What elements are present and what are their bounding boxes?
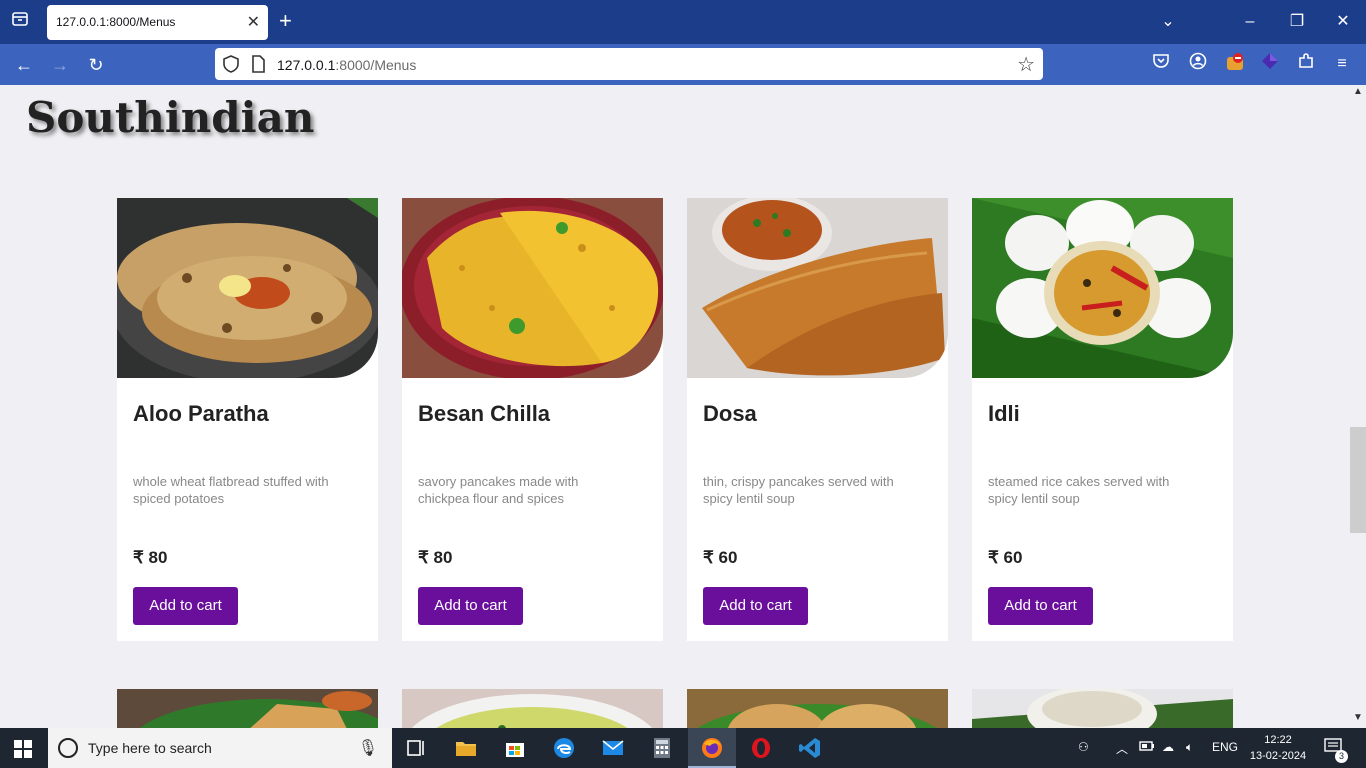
language-indicator[interactable]: ENG bbox=[1212, 740, 1238, 754]
clock-time: 12:22 bbox=[1264, 734, 1292, 746]
item-name: Idli bbox=[988, 401, 1020, 426]
microphone-icon[interactable]: 🎙︎ bbox=[358, 738, 378, 758]
notification-count-badge: 3 bbox=[1335, 750, 1348, 763]
item-description: savory pancakes made with chickpea flour… bbox=[418, 474, 579, 506]
extensions-puzzle-icon[interactable] bbox=[1294, 52, 1318, 76]
show-hidden-icons-icon[interactable]: ︿ bbox=[1116, 740, 1128, 757]
menu-card: Aloo Paratha whole wheat flatbread stuff… bbox=[117, 198, 378, 641]
add-to-cart-button[interactable]: Add to cart bbox=[988, 587, 1093, 625]
volume-icon[interactable]: 🔈︎ bbox=[1186, 740, 1193, 755]
clock[interactable]: 12:22 13-02-2024 bbox=[1246, 732, 1310, 764]
page-content: Southindian Aloo Paratha whole wheat fla… bbox=[0, 85, 1350, 728]
url-bar[interactable]: 127.0.0.1:8000/Menus ☆ bbox=[215, 48, 1043, 80]
network-icon[interactable]: ☁ bbox=[1162, 740, 1174, 754]
item-price: ₹ 60 bbox=[703, 548, 738, 567]
item-name: Besan Chilla bbox=[418, 401, 551, 426]
close-tab-icon[interactable]: ✕ bbox=[247, 12, 260, 32]
tab-bar: 127.0.0.1:8000/Menus ✕ + ⌄ – ❐ ✕ bbox=[0, 0, 1366, 44]
item-price: ₹ 60 bbox=[988, 548, 1023, 567]
mail-icon[interactable] bbox=[589, 728, 637, 768]
food-image bbox=[972, 689, 1233, 728]
food-image bbox=[117, 689, 378, 728]
menu-card: Idli steamed rice cakes served with spic… bbox=[972, 198, 1233, 641]
item-name: Dosa bbox=[703, 401, 757, 426]
reload-icon[interactable]: ↻ bbox=[83, 52, 109, 78]
add-to-cart-button[interactable]: Add to cart bbox=[418, 587, 523, 625]
menu-card: Dosa thin, crispy pancakes served with s… bbox=[687, 198, 948, 641]
firefox-icon[interactable] bbox=[688, 728, 736, 768]
item-price: ₹ 80 bbox=[418, 548, 453, 567]
page-icon[interactable] bbox=[251, 55, 265, 73]
section-title: Southindian bbox=[26, 93, 315, 142]
vscode-icon[interactable] bbox=[786, 728, 834, 768]
calculator-icon[interactable] bbox=[638, 728, 686, 768]
active-tab[interactable]: 127.0.0.1:8000/Menus ✕ bbox=[47, 5, 268, 40]
tab-list-icon[interactable] bbox=[8, 10, 32, 34]
new-tab-button[interactable]: + bbox=[279, 8, 292, 34]
item-description: steamed rice cakes served with spicy len… bbox=[988, 474, 1170, 506]
food-image bbox=[687, 198, 948, 378]
extension-diamond-icon[interactable] bbox=[1258, 52, 1282, 76]
clock-date: 13-02-2024 bbox=[1249, 750, 1307, 762]
food-image bbox=[402, 689, 663, 728]
search-placeholder: Type here to search bbox=[88, 740, 212, 756]
battery-icon[interactable] bbox=[1139, 740, 1155, 755]
scroll-down-icon[interactable]: ▼ bbox=[1350, 712, 1366, 726]
food-image bbox=[402, 198, 663, 378]
close-window-icon[interactable]: ✕ bbox=[1331, 10, 1355, 34]
taskbar-search[interactable]: Type here to search 🎙︎ bbox=[48, 728, 392, 768]
scrollbar-thumb[interactable] bbox=[1350, 427, 1366, 533]
tab-title: 127.0.0.1:8000/Menus bbox=[56, 15, 176, 29]
shield-icon[interactable] bbox=[223, 55, 239, 73]
windows-start-icon[interactable] bbox=[14, 740, 32, 758]
add-to-cart-button[interactable]: Add to cart bbox=[133, 587, 238, 625]
vertical-scrollbar[interactable] bbox=[1350, 85, 1366, 728]
edge-icon[interactable] bbox=[540, 728, 588, 768]
minimize-icon[interactable]: – bbox=[1238, 10, 1262, 34]
file-explorer-icon[interactable] bbox=[442, 728, 490, 768]
item-name: Aloo Paratha bbox=[133, 401, 269, 426]
opera-icon[interactable] bbox=[737, 728, 785, 768]
account-icon[interactable] bbox=[1186, 52, 1210, 76]
cortana-icon bbox=[58, 738, 78, 758]
add-to-cart-button[interactable]: Add to cart bbox=[703, 587, 808, 625]
item-price: ₹ 80 bbox=[133, 548, 168, 567]
pocket-icon[interactable] bbox=[1149, 52, 1173, 76]
extension-adblock-icon[interactable] bbox=[1223, 52, 1247, 76]
food-image bbox=[972, 198, 1233, 378]
people-icon[interactable]: ⚇ bbox=[1078, 740, 1089, 754]
item-description: thin, crispy pancakes served with spicy … bbox=[703, 474, 894, 506]
app-menu-icon[interactable]: ≡ bbox=[1330, 52, 1354, 76]
food-image bbox=[117, 198, 378, 378]
food-image bbox=[687, 689, 948, 728]
menu-card: Besan Chilla savory pancakes made with c… bbox=[402, 198, 663, 641]
microsoft-store-icon[interactable] bbox=[491, 728, 539, 768]
bookmark-star-icon[interactable]: ☆ bbox=[1017, 52, 1035, 77]
back-icon[interactable]: ← bbox=[11, 52, 37, 78]
item-description: whole wheat flatbread stuffed with spice… bbox=[133, 474, 329, 506]
task-view-icon[interactable] bbox=[392, 728, 440, 768]
forward-icon[interactable]: → bbox=[47, 52, 73, 78]
url-text[interactable]: 127.0.0.1:8000/Menus bbox=[277, 57, 416, 73]
restore-icon[interactable]: ❐ bbox=[1285, 10, 1309, 34]
taskbar: Type here to search 🎙︎ ⚇ ︿ ☁ 🔈︎ ENG 12:2… bbox=[0, 728, 1366, 768]
scroll-up-icon[interactable]: ▲ bbox=[1350, 86, 1366, 100]
list-all-tabs-icon[interactable]: ⌄ bbox=[1156, 10, 1180, 34]
